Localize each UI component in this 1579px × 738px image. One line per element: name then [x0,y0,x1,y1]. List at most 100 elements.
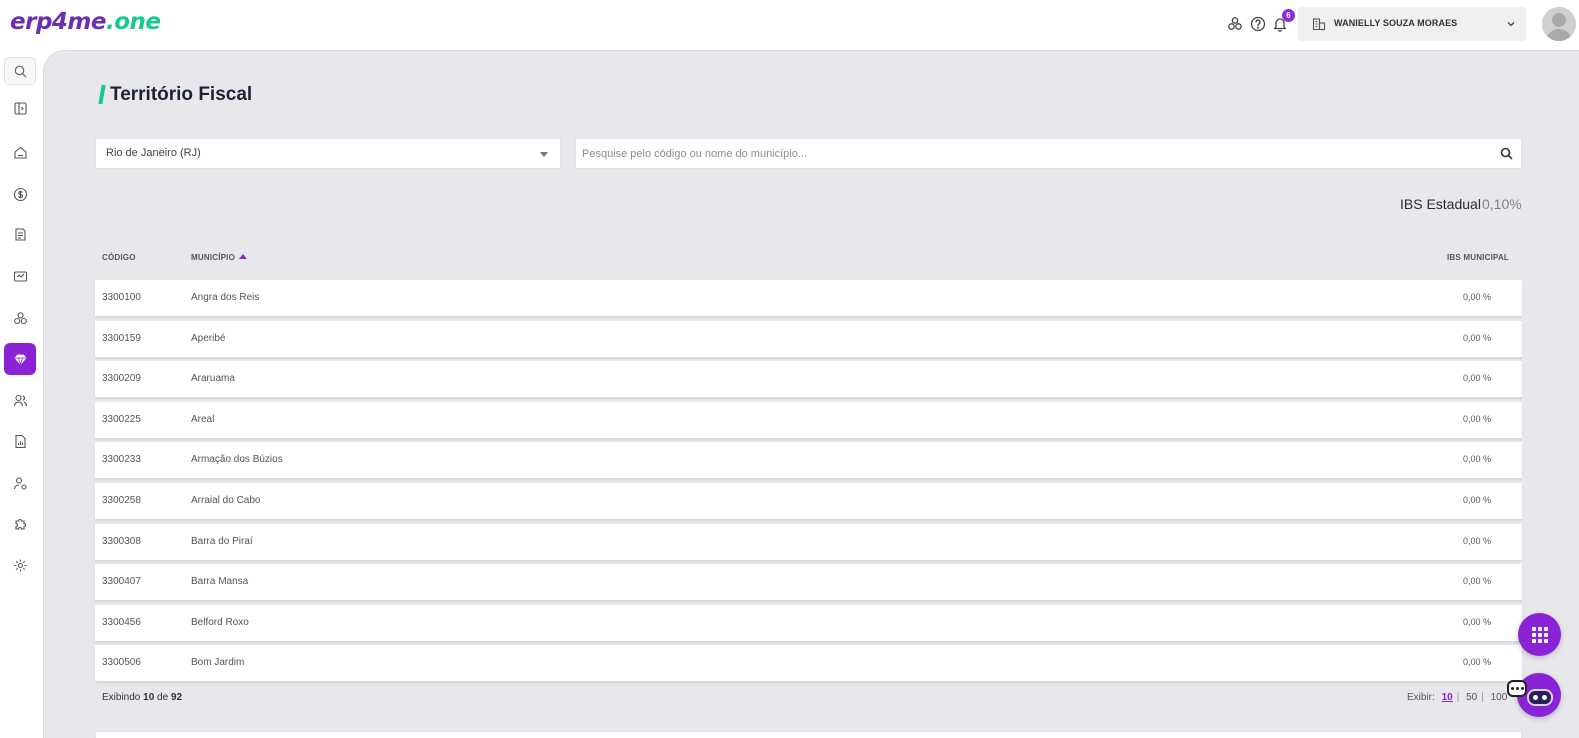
gear-icon [14,559,26,571]
table-row[interactable]: 3300506 Bom Jardim 0,00 % [95,645,1522,682]
sidebar-item-integrations[interactable] [4,508,36,540]
cell-municipality: Barra do Piraí [191,535,253,547]
page-size-option-50[interactable]: 50 [1466,692,1477,703]
building-icon [1312,18,1326,31]
company-selector[interactable]: WANIELLY SOUZA MORAES [1298,7,1526,41]
table-row[interactable]: 3300258 Arraial do Cabo 0,00 % [95,482,1522,519]
cell-code: 3300407 [102,576,141,588]
sidebar-item-invoices[interactable] [4,218,36,250]
sidebar-item-reports[interactable] [4,425,36,457]
column-header-municipality[interactable]: MUNICÍPIO [191,253,248,262]
column-header-code[interactable]: CÓDIGO [102,253,136,262]
cell-code: 3300456 [102,616,141,628]
cell-municipality: Arraial do Cabo [191,494,261,506]
report-icon [14,434,26,448]
page-size-option-100[interactable]: 100 [1491,692,1508,703]
sidebar-item-users[interactable] [4,384,36,416]
search-icon [14,65,27,78]
search-icon[interactable] [1500,147,1513,160]
sidebar [0,50,43,738]
company-name: WANIELLY SOUZA MORAES [1334,18,1458,28]
grid-icon [1531,626,1548,643]
dollar-icon [13,187,27,201]
app-logo[interactable]: erp4me.one [10,9,161,35]
caret-down-icon [540,152,548,157]
cell-code: 3300100 [102,292,141,303]
user-avatar[interactable] [1542,7,1576,41]
table-row[interactable]: 3300233 Armação dos Búzios 0,00 % [95,442,1522,479]
table-row[interactable]: 3300456 Belford Roxo 0,00 % [95,604,1522,641]
table-row[interactable]: 3300407 Barra Mansa 0,00 % [95,564,1522,601]
cell-municipality: Barra Mansa [191,576,249,588]
cell-ibs-municipal: 0,00 % [1462,535,1491,546]
column-header-ibs[interactable]: IBS MUNICIPAL [1447,253,1509,262]
chevron-down-icon [1507,22,1515,27]
cell-ibs-municipal: 0,00 % [1462,494,1491,505]
user-settings-icon [13,476,27,490]
sidebar-item-user-settings[interactable] [4,467,36,499]
sidebar-item-modules[interactable] [4,302,36,334]
state-select[interactable]: Rio de Janeiro (RJ) [95,138,561,169]
apps-menu-button[interactable] [1518,613,1561,656]
cell-municipality: Angra dos Reis [191,292,260,303]
cell-municipality: Armação dos Búzios [191,454,283,466]
cell-municipality: Areal [191,413,215,425]
sidebar-item-home[interactable] [4,136,36,168]
cell-code: 3300233 [102,454,141,466]
cell-code: 3300225 [102,413,141,425]
cell-ibs-municipal: 0,00 % [1462,616,1491,627]
cell-code: 3300159 [102,332,141,344]
sidebar-item-toggle[interactable] [4,92,36,124]
table-row[interactable]: 3300209 Araruama 0,00 % [95,361,1522,398]
sidebar-item-settings[interactable] [4,549,36,581]
page-size-label: Exibir: [1407,692,1435,703]
table-row[interactable]: 3300225 Areal 0,00 % [95,401,1522,438]
ibs-state-value: 0,10% [1482,196,1522,212]
cell-ibs-municipal: 0,00 % [1462,373,1491,384]
showing-prefix: Exibindo [102,692,141,703]
ibs-state-label: IBS Estadual [1400,196,1481,212]
column-header-municipality-label: MUNICÍPIO [191,253,236,262]
sidebar-search-button[interactable] [4,57,36,85]
table-row[interactable]: 3300308 Barra do Piraí 0,00 % [95,523,1522,560]
sidebar-toggle-icon [13,101,27,115]
cell-code: 3300258 [102,494,141,506]
modules-icon[interactable] [1227,16,1243,32]
table-row[interactable]: 3300100 Angra dos Reis 0,00 % [95,280,1522,316]
municipality-search [575,138,1522,169]
handshake-icon [13,270,27,282]
pagination-summary: Exibindo 10 de 92 [102,692,182,703]
page-size-selector: Exibir: 10 | 50 | 100 [1407,692,1511,703]
robot-eye [1533,695,1538,700]
showing-of: de [157,692,169,703]
table-body: 3300100 Angra dos Reis 0,00 % 3300159 Aperib… [95,280,1522,686]
cell-code: 3300209 [102,373,141,385]
cell-municipality: Araruama [191,373,235,385]
cell-municipality: Bom Jardim [191,657,245,669]
invoice-icon [14,227,26,241]
cell-ibs-municipal: 0,00 % [1462,292,1491,302]
page-title: Território Fiscal [110,84,253,105]
search-input[interactable] [582,139,1482,168]
sidebar-item-finance[interactable] [4,178,36,210]
sidebar-item-fiscal-territory[interactable] [4,343,36,375]
sidebar-item-deals[interactable] [4,260,36,292]
help-icon[interactable] [1250,16,1266,32]
next-panel-edge [95,731,1522,738]
puzzle-icon [14,518,26,530]
robot-eye [1542,695,1547,700]
cell-ibs-municipal: 0,00 % [1462,576,1491,587]
showing-total: 92 [170,692,183,703]
table-row[interactable]: 3300159 Aperibé 0,00 % [95,320,1522,357]
top-header: erp4me.one 6 WANIELLY SOUZA MORAES [0,0,1579,50]
cell-ibs-municipal: 0,00 % [1462,413,1491,424]
cell-municipality: Belford Roxo [191,616,249,628]
cell-code: 3300308 [102,535,141,547]
main-content: Território Fiscal Rio de Janeiro (RJ) IB… [43,50,1579,738]
robot-icon [1527,689,1553,706]
cell-ibs-municipal: 0,00 % [1462,454,1491,465]
home-icon [13,146,27,159]
page-size-option-10[interactable]: 10 [1442,692,1453,703]
chat-bubble-icon [1507,680,1527,697]
separator: | [1456,692,1460,703]
